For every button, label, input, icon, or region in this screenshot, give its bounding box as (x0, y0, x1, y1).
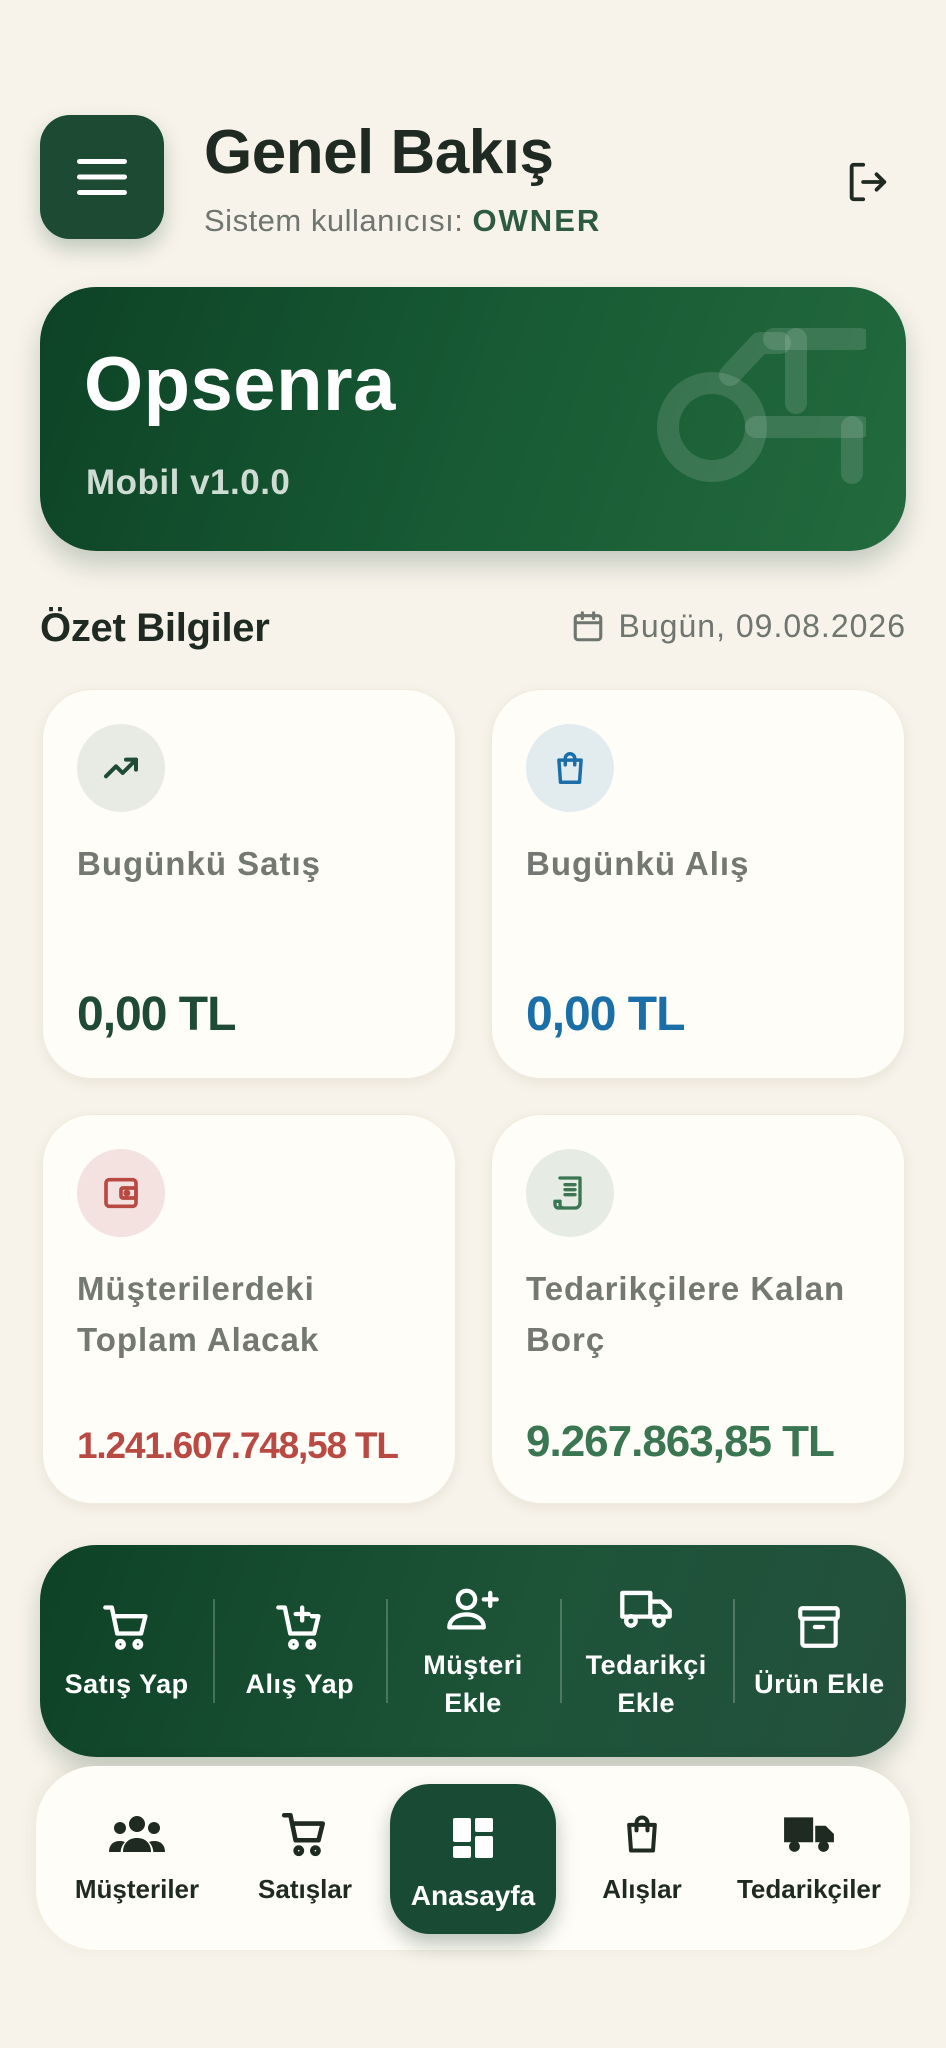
cart-icon (281, 1812, 325, 1857)
hamburger-icon (77, 159, 127, 195)
summary-date: Bugün, 09.08.2026 (571, 608, 906, 645)
card-today-purchases[interactable]: Bugünkü Alış 0,00 TL (491, 689, 905, 1079)
card-icon-bg (77, 724, 165, 812)
summary-title: Özet Bilgiler (40, 606, 270, 650)
quick-action-new-purchase[interactable]: Alış Yap (213, 1545, 386, 1757)
nav-suppliers[interactable]: Tedarikçiler (724, 1806, 894, 1926)
receipt-icon (553, 1176, 582, 1210)
quick-action-label: Müşteri Ekle (423, 1650, 523, 1718)
cart-plus-icon (275, 1605, 321, 1650)
quick-action-new-sale[interactable]: Satış Yap (40, 1545, 213, 1757)
bottom-navigation: Müşteriler Satışlar Anasayfa Alışlar Ted… (36, 1766, 910, 1950)
nav-label: Alışlar (602, 1874, 682, 1904)
quick-action-label: Tedarikçi Ekle (585, 1650, 707, 1718)
app-version: Mobil v1.0.0 (86, 463, 291, 502)
truck-icon (620, 1590, 673, 1628)
header: Genel Bakış Sistem kullanıcısı: OWNER (40, 115, 906, 240)
quick-action-label: Alış Yap (245, 1669, 355, 1699)
logout-icon (849, 162, 887, 202)
calendar-icon (573, 610, 602, 641)
nav-label: Satışlar (258, 1874, 352, 1904)
archive-icon (798, 1606, 841, 1648)
nav-purchases[interactable]: Alışlar (557, 1806, 727, 1926)
card-supplier-debt[interactable]: Tedarikçilere Kalan Borç 9.267.863,85 TL (491, 1114, 905, 1504)
page-title: Genel Bakış (204, 118, 554, 187)
nav-customers[interactable]: Müşteriler (52, 1806, 222, 1926)
quick-action-label: Ürün Ekle (754, 1669, 885, 1699)
card-label: Bugünkü Satış (77, 845, 322, 882)
truck-icon (784, 1817, 834, 1852)
nav-home[interactable]: Anasayfa (390, 1784, 556, 1934)
card-customer-receivables[interactable]: Müşterilerdeki Toplam Alacak 1.241.607.7… (42, 1114, 456, 1504)
card-icon-bg (77, 1149, 165, 1237)
summary-date-text: Bugün, 09.08.2026 (618, 608, 906, 644)
card-icon-bg (526, 1149, 614, 1237)
nav-label: Müşteriler (74, 1874, 200, 1904)
nav-label: Tedarikçiler (736, 1874, 882, 1904)
quick-action-add-supplier[interactable]: Tedarikçi Ekle (559, 1545, 733, 1757)
quick-action-add-customer[interactable]: Müşteri Ekle (386, 1545, 559, 1757)
brand-name: Opsenra (84, 342, 396, 427)
brand-banner: Opsenra Mobil v1.0.0 (40, 287, 906, 551)
card-value: 9.267.863,85 TL (526, 1417, 835, 1466)
menu-button[interactable] (40, 115, 164, 239)
user-info: Sistem kullanıcısı: OWNER (204, 203, 601, 239)
dashboard-icon (453, 1818, 493, 1858)
wallet-icon (104, 1177, 138, 1209)
user-info-label: Sistem kullanıcısı: (204, 203, 464, 238)
nav-label: Anasayfa (410, 1880, 536, 1911)
quick-actions-bar: Satış Yap Alış Yap Müşteri Ekle Tedarikç… (40, 1545, 906, 1757)
card-icon-bg (526, 724, 614, 812)
quick-action-add-product[interactable]: Ürün Ekle (732, 1545, 906, 1757)
card-label: Bugünkü Alış (526, 845, 750, 882)
quick-action-label: Satış Yap (64, 1669, 189, 1699)
user-plus-icon (447, 1588, 499, 1630)
card-label: Tedarikçilere Kalan Borç (526, 1270, 846, 1358)
shopping-bag-icon (557, 752, 583, 784)
tractor-icon (657, 328, 866, 484)
logout-button[interactable] (838, 153, 896, 211)
card-label: Müşterilerdeki Toplam Alacak (77, 1270, 320, 1358)
cart-icon (102, 1605, 148, 1650)
nav-sales[interactable]: Satışlar (220, 1806, 390, 1926)
shopping-bag-icon (627, 1815, 657, 1853)
card-value: 1.241.607.748,58 TL (77, 1425, 399, 1466)
card-value: 0,00 TL (77, 988, 236, 1041)
trending-up-icon (104, 757, 138, 779)
user-role: OWNER (472, 203, 602, 238)
card-value: 0,00 TL (526, 988, 685, 1041)
users-icon (109, 1816, 165, 1852)
card-today-sales[interactable]: Bugünkü Satış 0,00 TL (42, 689, 456, 1079)
summary-header: Özet Bilgiler Bugün, 09.08.2026 (40, 600, 906, 660)
